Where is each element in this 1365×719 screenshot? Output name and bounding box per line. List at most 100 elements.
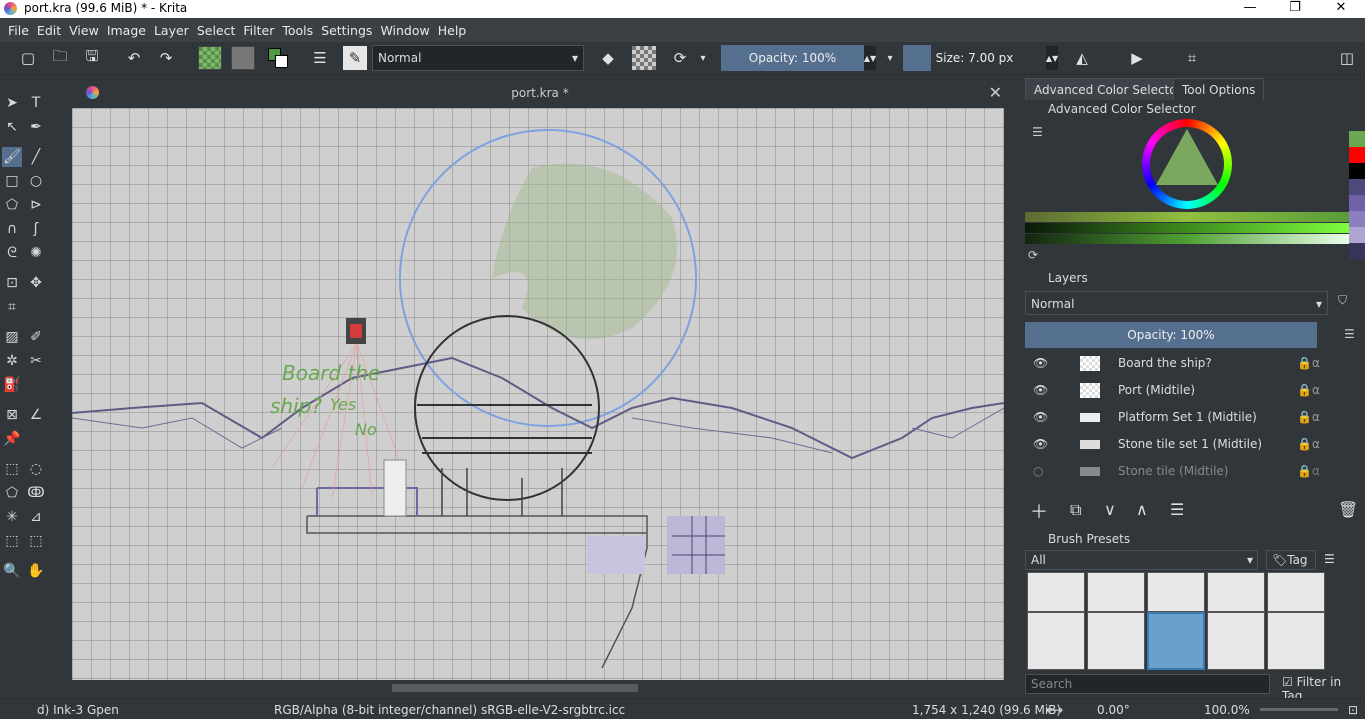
horizontal-scrollbar[interactable]	[72, 682, 1004, 694]
fg-bg-color-icon[interactable]	[266, 46, 290, 70]
multibrush-tool-icon[interactable]: ✺	[26, 243, 46, 263]
smart-patch-tool-icon[interactable]: ✲	[2, 351, 22, 371]
layer-row[interactable]: 👁 Board the ship? 🔒α	[1025, 350, 1335, 377]
color-gradient-bar-1[interactable]	[1025, 212, 1350, 222]
color-picker-tool-icon[interactable]: ✐	[26, 327, 46, 347]
brush-search-input[interactable]: Search	[1025, 674, 1270, 694]
brush-preset-thumb[interactable]	[1267, 572, 1325, 612]
crop-icon[interactable]: ⌗	[1180, 46, 1204, 70]
dock-toggle-icon[interactable]: ◫	[1335, 46, 1359, 70]
rectangle-tool-icon[interactable]: □	[2, 171, 22, 191]
layer-row[interactable]: 👁 Port (Midtile) 🔒α	[1025, 377, 1335, 404]
gradient-selector-icon[interactable]	[198, 46, 222, 70]
eye-icon[interactable]: 👁	[1033, 350, 1048, 377]
freehand-select-tool-icon[interactable]: ↂ	[26, 483, 46, 503]
gradient-tool-icon[interactable]: ▨	[2, 327, 22, 347]
menu-select[interactable]: Select	[197, 23, 236, 38]
hidden-eye-icon[interactable]: ○	[1033, 458, 1043, 485]
brush-settings-icon[interactable]: ☰	[308, 46, 332, 70]
brush-filter-select[interactable]: All ▾	[1025, 550, 1258, 570]
ellipse-select-tool-icon[interactable]: ◌	[26, 459, 46, 479]
line-tool-icon[interactable]: ╱	[26, 147, 46, 167]
menu-view[interactable]: View	[69, 23, 99, 38]
minimize-button[interactable]: —	[1227, 0, 1273, 15]
eraser-icon[interactable]: ◆	[596, 46, 620, 70]
lock-icon[interactable]: 🔒α	[1297, 458, 1320, 485]
color-selector-menu-icon[interactable]: ☰	[1032, 125, 1043, 139]
color-swatch[interactable]	[1349, 163, 1365, 179]
color-swatch[interactable]	[1349, 147, 1365, 163]
size-slider[interactable]: Size: 7.00 px	[903, 45, 1046, 71]
freehand-path-tool-icon[interactable]: ʃ	[26, 219, 46, 239]
brush-preset-thumb[interactable]	[1027, 612, 1085, 670]
select-shape-tool-icon[interactable]: ➤	[2, 93, 22, 113]
rect-select-tool-icon[interactable]: ⬚	[2, 459, 22, 479]
menu-file[interactable]: File	[8, 23, 29, 38]
layer-row[interactable]: 👁 Stone tile set 1 (Midtile) 🔒α	[1025, 431, 1335, 458]
fill-tool-icon[interactable]: ⛽	[2, 375, 22, 395]
layer-menu-icon[interactable]: ☰	[1344, 327, 1355, 341]
move-layer-up-icon[interactable]: ∧	[1136, 500, 1148, 519]
brush-preset-thumb[interactable]	[1027, 572, 1085, 612]
size-spin[interactable]: ▲▼	[1046, 46, 1058, 70]
vertical-scrollbar[interactable]	[1004, 108, 1010, 680]
delete-layer-icon[interactable]: 🗑	[1338, 500, 1358, 519]
menu-help[interactable]: Help	[438, 23, 467, 38]
add-layer-icon[interactable]: ＋	[1030, 498, 1048, 524]
tab-advanced-color-selector[interactable]: Advanced Color Selector	[1025, 78, 1191, 100]
dynamic-brush-tool-icon[interactable]: ᘓ	[2, 243, 22, 263]
preserve-alpha-icon[interactable]	[632, 46, 656, 70]
color-swatch[interactable]	[1349, 179, 1365, 195]
opacity-spin[interactable]: ▲▼	[864, 46, 876, 70]
brush-preset-thumb[interactable]	[1147, 572, 1205, 612]
open-document-icon[interactable]: 🗀	[48, 46, 72, 70]
brush-preset-icon[interactable]: ✎	[343, 46, 367, 70]
tag-button[interactable]: 🏷Tag	[1266, 550, 1316, 570]
duplicate-layer-icon[interactable]: ⧉	[1070, 500, 1081, 520]
brush-preset-thumb[interactable]	[1267, 612, 1325, 670]
layer-row[interactable]: 👁 Platform Set 1 (Midtile) 🔒α	[1025, 404, 1335, 431]
presets-menu-icon[interactable]: ☰	[1324, 552, 1335, 566]
lock-icon[interactable]: 🔒α	[1297, 431, 1320, 458]
color-wheel[interactable]	[1142, 119, 1232, 209]
zoom-tool-icon[interactable]: 🔍	[2, 561, 22, 581]
undo-icon[interactable]: ↶	[122, 46, 146, 70]
polygon-select-tool-icon[interactable]: ⬠	[2, 483, 22, 503]
measure-tool-icon[interactable]: ∠	[26, 405, 46, 425]
brush-preset-thumb[interactable]	[1087, 612, 1145, 670]
tab-tool-options[interactable]: Tool Options	[1173, 78, 1265, 100]
brush-preset-thumb[interactable]	[1207, 572, 1265, 612]
filter-icon[interactable]: ⛉	[1338, 293, 1347, 308]
lock-icon[interactable]: 🔒α	[1297, 377, 1320, 404]
layer-opacity-slider[interactable]: Opacity: 100%	[1025, 322, 1317, 348]
transform-tool-icon[interactable]: ⊡	[2, 273, 22, 293]
color-swatch[interactable]	[1349, 227, 1365, 243]
color-gradient-bar-2[interactable]	[1025, 223, 1350, 233]
text-tool-icon[interactable]: T	[26, 93, 46, 113]
similar-select-tool-icon[interactable]: ⊿	[26, 507, 46, 527]
menu-settings[interactable]: Settings	[321, 23, 372, 38]
menu-tools[interactable]: Tools	[282, 23, 313, 38]
patch-tool-icon[interactable]: ✂	[26, 351, 46, 371]
blend-mode-select[interactable]: Normal ▾	[372, 45, 584, 71]
crop-tool-icon[interactable]: ⌗	[2, 297, 22, 317]
reset-color-icon[interactable]: ⟳	[1028, 248, 1038, 262]
menu-layer[interactable]: Layer	[154, 23, 189, 38]
brush-preset-thumb[interactable]	[1207, 612, 1265, 670]
color-swatch[interactable]	[1349, 195, 1365, 211]
zoom-value[interactable]: 100.0%	[1204, 703, 1250, 717]
eye-icon[interactable]: 👁	[1033, 404, 1048, 431]
color-swatch[interactable]	[1349, 243, 1365, 259]
chevron-down-icon[interactable]: ▾	[882, 46, 898, 70]
calligraphy-tool-icon[interactable]: ✒	[26, 117, 46, 137]
zoom-slider[interactable]	[1260, 708, 1338, 711]
polygon-tool-icon[interactable]: ⬠	[2, 195, 22, 215]
eye-icon[interactable]: 👁	[1033, 377, 1048, 404]
redo-icon[interactable]: ↷	[154, 46, 178, 70]
color-swatch[interactable]	[1349, 131, 1365, 147]
close-window-button[interactable]: ✕	[1318, 0, 1364, 15]
magnetic-select-tool-icon[interactable]: ⬚	[26, 531, 46, 551]
color-swatch[interactable]	[1349, 211, 1365, 227]
rotation-value[interactable]: 0.00°	[1097, 703, 1130, 717]
assistant-tool-icon[interactable]: ⊠	[2, 405, 22, 425]
